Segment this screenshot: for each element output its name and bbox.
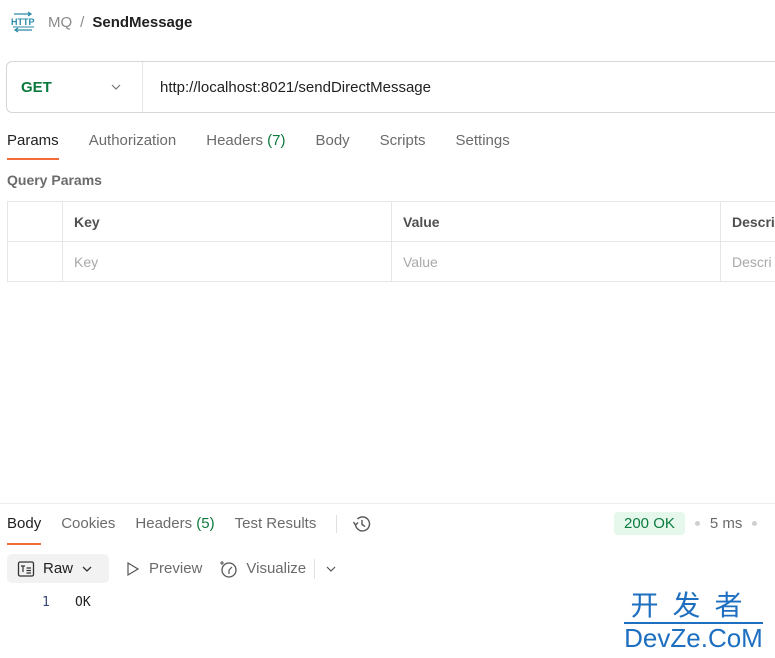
response-tab-body[interactable]: Body [7, 514, 42, 545]
checkbox-column-header [7, 201, 63, 242]
tab-headers[interactable]: Headers (7) [206, 130, 285, 160]
headers-count: (7) [267, 132, 286, 149]
response-status: 200 OK 5 ms [614, 512, 767, 535]
line-number: 1 [42, 595, 50, 610]
chevron-down-icon[interactable] [325, 563, 337, 575]
breadcrumb-parent[interactable]: MQ [48, 14, 72, 31]
key-input[interactable]: Key [62, 241, 392, 282]
response-headers-count: (5) [196, 515, 215, 532]
dot-separator [752, 521, 758, 526]
tab-label: Settings [455, 132, 510, 149]
value-input[interactable]: Value [391, 241, 721, 282]
tab-label: Scripts [379, 132, 426, 149]
query-params-title: Query Params [7, 172, 102, 188]
column-header-value: Value [391, 201, 721, 242]
tab-scripts[interactable]: Scripts [380, 130, 426, 160]
breadcrumb-separator: / [80, 13, 85, 31]
visualize-label: Visualize [246, 560, 307, 577]
row-checkbox-cell [7, 241, 63, 282]
tab-settings[interactable]: Settings [456, 130, 510, 160]
response-tab-cookies[interactable]: Cookies [61, 514, 115, 544]
breadcrumb: HTTP MQ / SendMessage [10, 9, 192, 35]
divider [314, 558, 316, 579]
tab-label: Headers [135, 515, 193, 532]
history-icon[interactable] [351, 513, 373, 535]
query-params-table: Key Value Descri Key Value Descri [7, 201, 775, 282]
url-bar: GET http://localhost:8021/sendDirectMess… [6, 61, 775, 113]
response-tab-headers[interactable]: Headers (5) [135, 514, 214, 544]
response-tab-test-results[interactable]: Test Results [235, 514, 317, 544]
response-body-code[interactable]: 1 OK [42, 595, 91, 610]
watermark-logo: 开发者 DevZe.CoM [616, 590, 771, 652]
request-tabs: Params Authorization Headers (7) Body Sc… [7, 130, 540, 160]
tab-label: Body [315, 132, 350, 149]
tab-label: Body [7, 515, 42, 532]
tab-label: Authorization [88, 132, 177, 149]
preview-button[interactable]: Preview [125, 560, 202, 577]
column-header-description: Descri [720, 201, 775, 242]
description-input[interactable]: Descri [720, 241, 775, 282]
method-label: GET [21, 78, 52, 96]
watermark-cn: 开发者 [630, 590, 757, 621]
svg-text:HTTP: HTTP [11, 17, 35, 27]
status-badge[interactable]: 200 OK [614, 512, 685, 535]
column-header-key: Key [62, 201, 392, 242]
tab-body[interactable]: Body [315, 130, 349, 160]
response-toolbar: Raw Preview Visualize [7, 554, 337, 583]
response-divider[interactable] [0, 503, 775, 504]
visualize-button[interactable]: Visualize [218, 559, 306, 579]
tab-authorization[interactable]: Authorization [89, 130, 177, 160]
text-format-icon [17, 560, 35, 577]
http-icon: HTTP [11, 11, 35, 33]
table-row: Key Value Descri [7, 241, 775, 282]
chevron-down-icon [111, 84, 121, 90]
method-select[interactable]: GET [7, 62, 143, 112]
tab-label: Cookies [61, 515, 116, 532]
tab-label: Test Results [234, 515, 317, 532]
format-select[interactable]: Raw [7, 554, 110, 583]
divider [336, 515, 338, 533]
format-label: Raw [43, 560, 74, 577]
table-header-row: Key Value Descri [7, 201, 775, 242]
request-name[interactable]: SendMessage [92, 14, 192, 31]
chevron-down-icon [82, 566, 92, 572]
line-text: OK [75, 595, 91, 610]
url-input[interactable]: http://localhost:8021/sendDirectMessage [143, 79, 431, 96]
tab-label: Headers [206, 132, 263, 149]
tab-label: Params [7, 132, 59, 149]
visualize-icon [220, 560, 238, 578]
watermark-en: DevZe.CoM [624, 622, 763, 653]
response-tabs: Body Cookies Headers (5) Test Results [7, 513, 373, 545]
preview-label: Preview [149, 560, 203, 577]
response-time[interactable]: 5 ms [710, 515, 743, 532]
dot-separator [694, 521, 700, 526]
tab-params[interactable]: Params [7, 130, 59, 160]
play-icon [127, 561, 140, 576]
